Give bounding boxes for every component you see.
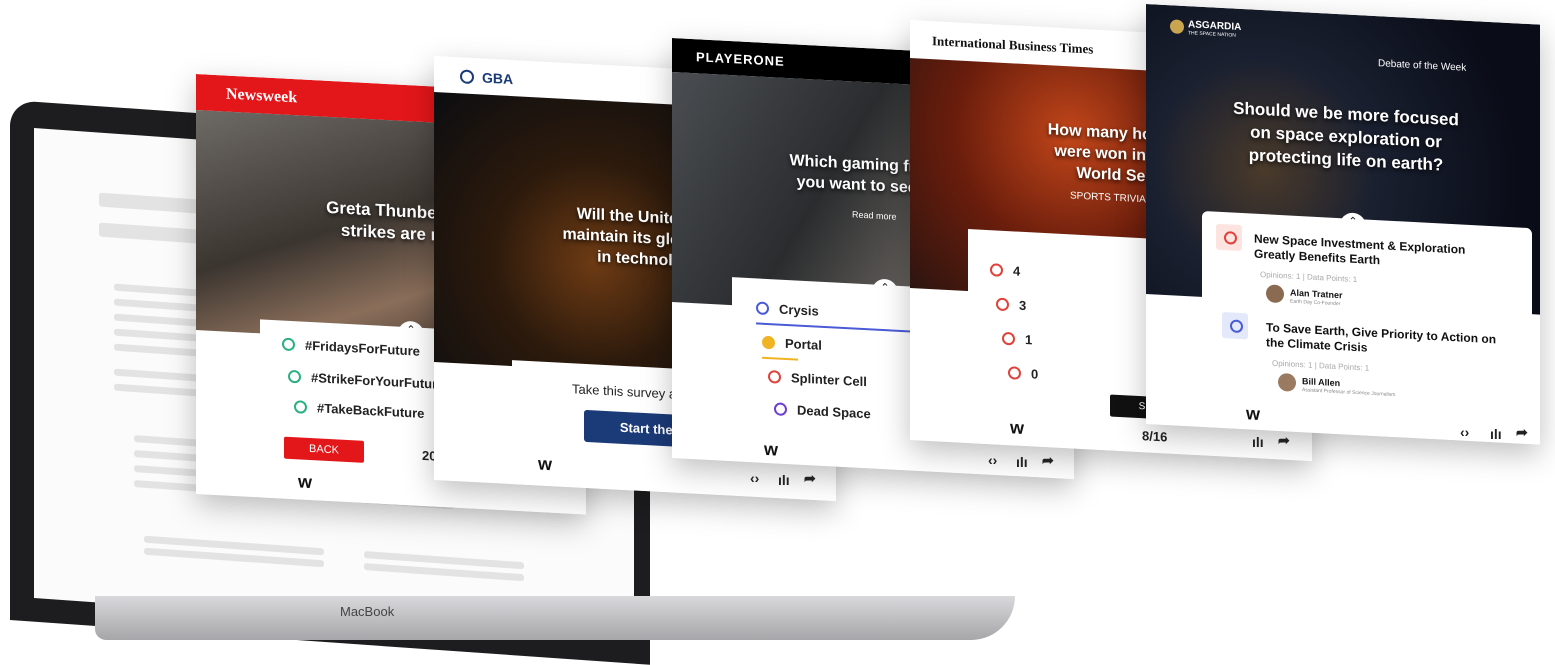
radio-icon — [1224, 231, 1237, 245]
radio-icon — [1230, 319, 1243, 334]
option-crysis[interactable]: Crysis — [756, 300, 819, 319]
asgardia-widget: ASGARDIA THE SPACE NATION Debate of the … — [1146, 4, 1540, 445]
asgardia-logo: ASGARDIA THE SPACE NATION — [1188, 19, 1242, 39]
radio-icon — [990, 263, 1003, 277]
radio-icon — [1002, 331, 1015, 346]
w-logo-icon: w — [298, 471, 313, 493]
w-logo-icon: w — [538, 453, 553, 475]
argument-1-title: New Space Investment & Exploration Great… — [1254, 231, 1466, 268]
macbook-label: MacBook — [340, 604, 395, 619]
radio-icon — [1008, 366, 1021, 380]
embed-icon[interactable]: ‹› — [750, 470, 759, 486]
argument-1-role: Earth Day Co-Founder — [1290, 298, 1341, 308]
embed-icon[interactable]: ‹› — [988, 452, 997, 468]
radio-icon — [774, 402, 787, 417]
share-icon[interactable]: ➦ — [804, 470, 816, 487]
share-icon[interactable]: ➦ — [1278, 432, 1290, 449]
share-icon[interactable]: ➦ — [1516, 424, 1528, 441]
stats-icon[interactable]: ılı — [1252, 434, 1264, 450]
asgardia-logo-icon — [1170, 19, 1184, 34]
check-icon — [762, 335, 775, 350]
radio-icon — [282, 337, 295, 352]
radio-icon — [756, 301, 769, 316]
share-icon[interactable]: ➦ — [1042, 452, 1054, 469]
stats-icon[interactable]: ılı — [1490, 426, 1502, 442]
argument-2-role: Assistant Professor of Science Journalis… — [1302, 387, 1396, 399]
radio-icon — [996, 297, 1009, 312]
newsweek-logo: Newsweek — [226, 85, 298, 107]
radio-icon — [768, 370, 781, 384]
gba-logo: GBA — [482, 69, 514, 88]
laptop-base — [95, 596, 1015, 640]
option-1[interactable]: 1 — [1002, 331, 1032, 347]
avatar — [1266, 284, 1284, 304]
w-logo-icon: w — [764, 438, 779, 460]
argument-2[interactable]: To Save Earth, Give Priority to Action o… — [1222, 311, 1522, 412]
embed-icon[interactable]: ‹› — [1460, 424, 1469, 440]
argument-2-author: Bill Allen — [1302, 376, 1341, 389]
gba-globe-icon — [460, 69, 474, 85]
option-4[interactable]: 4 — [990, 262, 1020, 279]
argument-1[interactable]: New Space Investment & Exploration Great… — [1216, 223, 1516, 324]
radio-icon — [294, 400, 307, 414]
option-portal[interactable]: Portal — [762, 335, 822, 353]
back-button[interactable]: BACK — [284, 436, 364, 463]
w-logo-icon: w — [1010, 417, 1025, 438]
stats-icon[interactable]: ılı — [1016, 454, 1028, 470]
argument-1-stats: Opinions: 1 | Data Points: 1 — [1260, 269, 1358, 285]
argument-2-stats: Opinions: 1 | Data Points: 1 — [1272, 358, 1370, 373]
w-logo-icon: w — [1246, 403, 1261, 424]
argument-2-title: To Save Earth, Give Priority to Action o… — [1266, 320, 1497, 355]
question-counter: 8/16 — [1142, 428, 1168, 445]
radio-icon — [288, 369, 301, 384]
stats-icon[interactable]: ılı — [778, 472, 790, 488]
avatar — [1278, 372, 1296, 392]
option-3[interactable]: 3 — [996, 297, 1026, 313]
option-0[interactable]: 0 — [1008, 365, 1038, 382]
